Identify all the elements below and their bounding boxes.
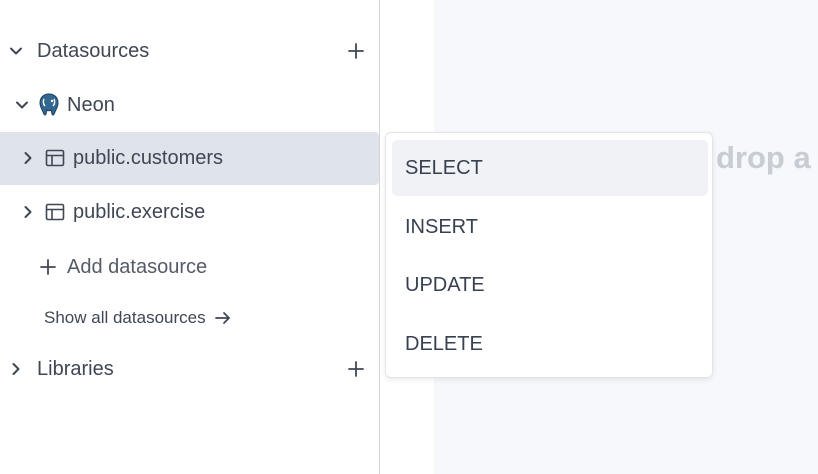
datasources-title: Datasources	[37, 40, 150, 62]
add-datasource-plus-icon[interactable]	[345, 40, 367, 62]
chevron-down-icon[interactable]	[8, 43, 24, 59]
menu-item-delete[interactable]: DELETE	[392, 316, 708, 372]
menu-item-select[interactable]: SELECT	[392, 140, 708, 196]
chevron-down-icon[interactable]	[14, 97, 30, 113]
postgres-elephant-icon	[37, 92, 61, 118]
table-icon	[45, 148, 65, 168]
canvas-hint-text: drop a	[716, 140, 811, 175]
plus-icon	[39, 258, 57, 276]
libraries-header[interactable]: Libraries	[0, 354, 379, 384]
chevron-right-icon[interactable]	[8, 361, 24, 377]
chevron-right-icon[interactable]	[20, 150, 36, 166]
table-icon	[45, 202, 65, 222]
menu-item-update[interactable]: UPDATE	[392, 257, 708, 313]
table-label: public.exercise	[73, 201, 206, 223]
show-all-datasources-link[interactable]: Show all datasources	[44, 306, 232, 330]
menu-item-insert[interactable]: INSERT	[392, 199, 708, 255]
table-label: public.customers	[73, 147, 224, 169]
connection-neon[interactable]: Neon	[0, 90, 379, 120]
arrow-right-icon	[214, 309, 232, 327]
table-item-exercise[interactable]: public.exercise	[0, 186, 379, 239]
show-all-label: Show all datasources	[44, 308, 206, 327]
libraries-title: Libraries	[37, 358, 114, 380]
add-datasource-label: Add datasource	[67, 255, 208, 278]
context-menu: SELECT INSERT UPDATE DELETE	[385, 132, 713, 378]
chevron-right-icon[interactable]	[20, 204, 36, 220]
add-datasource-button[interactable]: Add datasource	[39, 254, 207, 280]
connection-name: Neon	[67, 94, 115, 116]
add-library-plus-icon[interactable]	[345, 358, 367, 380]
table-item-customers[interactable]: public.customers	[0, 132, 379, 185]
sidebar: Datasources Neon public.customers public…	[0, 0, 380, 474]
datasources-header[interactable]: Datasources	[0, 36, 379, 66]
